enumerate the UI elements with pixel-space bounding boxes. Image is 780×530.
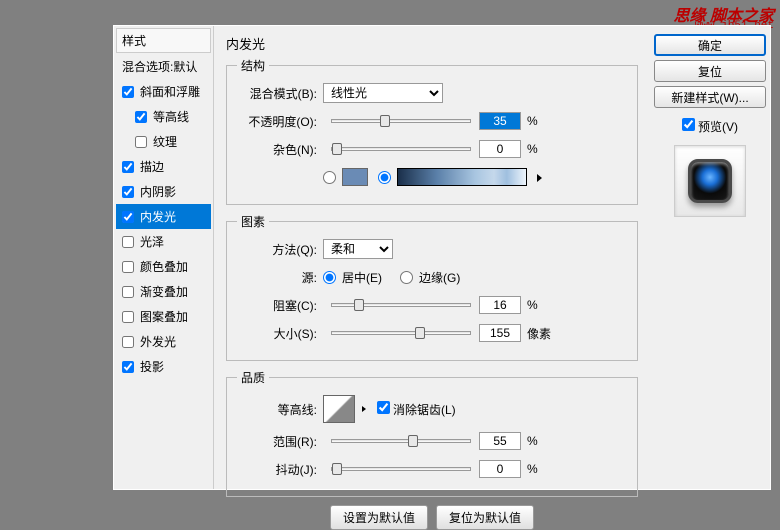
source-edge-radio[interactable]: 边缘(G) [400, 269, 460, 286]
style-item-2[interactable]: 等高线 [116, 104, 211, 129]
solid-color-swatch[interactable] [342, 168, 368, 186]
style-item-label: 等高线 [153, 108, 189, 125]
size-label: 大小(S): [237, 325, 317, 342]
opacity-input[interactable] [479, 112, 521, 130]
size-slider[interactable] [331, 331, 471, 335]
style-checkbox[interactable] [122, 286, 134, 298]
style-item-label: 描边 [140, 158, 164, 175]
style-checkbox[interactable] [122, 311, 134, 323]
range-slider[interactable] [331, 439, 471, 443]
styles-list-panel: 样式 混合选项:默认斜面和浮雕等高线纹理描边内阴影内发光光泽颜色叠加渐变叠加图案… [114, 26, 214, 489]
gradient-radio[interactable] [378, 168, 527, 186]
choke-input[interactable] [479, 296, 521, 314]
noise-input[interactable] [479, 140, 521, 158]
gradient-swatch[interactable] [397, 168, 527, 186]
range-input[interactable] [479, 432, 521, 450]
style-item-label: 渐变叠加 [140, 283, 188, 300]
opacity-unit: % [527, 114, 538, 128]
style-item-11[interactable]: 外发光 [116, 329, 211, 354]
structure-legend: 结构 [237, 57, 269, 74]
jitter-slider[interactable] [331, 467, 471, 471]
elements-group: 图素 方法(Q): 柔和 源: 居中(E) 边缘(G) 阻塞(C): % 大小(… [226, 213, 638, 361]
style-checkbox[interactable] [135, 136, 147, 148]
layer-style-dialog: 样式 混合选项:默认斜面和浮雕等高线纹理描边内阴影内发光光泽颜色叠加渐变叠加图案… [113, 25, 771, 490]
contour-label: 等高线: [237, 401, 317, 418]
style-item-6[interactable]: 内发光 [116, 204, 211, 229]
structure-group: 结构 混合模式(B): 线性光 不透明度(O): % 杂色(N): % [226, 57, 638, 205]
technique-label: 方法(Q): [237, 241, 317, 258]
style-checkbox[interactable] [122, 186, 134, 198]
style-checkbox[interactable] [122, 336, 134, 348]
style-item-1[interactable]: 斜面和浮雕 [116, 79, 211, 104]
opacity-slider[interactable] [331, 119, 471, 123]
effect-title: 内发光 [226, 34, 638, 53]
style-item-label: 混合选项:默认 [122, 58, 197, 75]
style-item-0[interactable]: 混合选项:默认 [116, 54, 211, 79]
blend-mode-label: 混合模式(B): [237, 85, 317, 102]
style-checkbox[interactable] [122, 361, 134, 373]
ok-button[interactable]: 确定 [654, 34, 766, 56]
style-item-4[interactable]: 描边 [116, 154, 211, 179]
style-item-label: 内发光 [140, 208, 176, 225]
style-checkbox[interactable] [122, 261, 134, 273]
contour-picker[interactable] [323, 395, 355, 423]
jitter-unit: % [527, 462, 538, 476]
style-item-label: 纹理 [153, 133, 177, 150]
style-checkbox[interactable] [122, 236, 134, 248]
preview-lens-icon [688, 159, 732, 203]
style-item-9[interactable]: 渐变叠加 [116, 279, 211, 304]
style-checkbox[interactable] [122, 86, 134, 98]
choke-unit: % [527, 298, 538, 312]
noise-label: 杂色(N): [237, 141, 317, 158]
range-label: 范围(R): [237, 433, 317, 450]
noise-slider[interactable] [331, 147, 471, 151]
choke-label: 阻塞(C): [237, 297, 317, 314]
cancel-button[interactable]: 复位 [654, 60, 766, 82]
noise-unit: % [527, 142, 538, 156]
size-input[interactable] [479, 324, 521, 342]
preview-checkbox[interactable]: 预览(V) [682, 118, 738, 135]
choke-slider[interactable] [331, 303, 471, 307]
style-item-5[interactable]: 内阴影 [116, 179, 211, 204]
right-button-panel: 确定 复位 新建样式(W)... 预览(V) [650, 26, 770, 489]
new-style-button[interactable]: 新建样式(W)... [654, 86, 766, 108]
quality-legend: 品质 [237, 369, 269, 386]
style-checkbox[interactable] [135, 111, 147, 123]
blend-mode-select[interactable]: 线性光 [323, 83, 443, 103]
style-item-label: 斜面和浮雕 [140, 83, 200, 100]
opacity-label: 不透明度(O): [237, 113, 317, 130]
technique-select[interactable]: 柔和 [323, 239, 393, 259]
style-item-label: 投影 [140, 358, 164, 375]
jitter-label: 抖动(J): [237, 461, 317, 478]
reset-default-button[interactable]: 复位为默认值 [436, 505, 534, 530]
style-item-12[interactable]: 投影 [116, 354, 211, 379]
style-item-label: 内阴影 [140, 183, 176, 200]
elements-legend: 图素 [237, 213, 269, 230]
style-item-7[interactable]: 光泽 [116, 229, 211, 254]
style-checkbox[interactable] [122, 161, 134, 173]
jitter-input[interactable] [479, 460, 521, 478]
style-item-8[interactable]: 颜色叠加 [116, 254, 211, 279]
style-item-label: 光泽 [140, 233, 164, 250]
solid-color-radio[interactable] [323, 168, 368, 186]
size-unit: 像素 [527, 325, 551, 342]
style-item-10[interactable]: 图案叠加 [116, 304, 211, 329]
styles-header: 样式 [116, 28, 211, 53]
quality-group: 品质 等高线: 消除锯齿(L) 范围(R): % 抖动(J): % [226, 369, 638, 497]
main-settings-panel: 内发光 结构 混合模式(B): 线性光 不透明度(O): % 杂色(N): % … [214, 26, 650, 489]
source-label: 源: [237, 269, 317, 286]
style-item-label: 图案叠加 [140, 308, 188, 325]
style-checkbox[interactable] [122, 211, 134, 223]
source-center-radio[interactable]: 居中(E) [323, 269, 382, 286]
antialias-checkbox[interactable]: 消除锯齿(L) [377, 401, 456, 418]
preview-thumbnail [674, 145, 746, 217]
make-default-button[interactable]: 设置为默认值 [330, 505, 428, 530]
style-item-3[interactable]: 纹理 [116, 129, 211, 154]
style-item-label: 外发光 [140, 333, 176, 350]
style-item-label: 颜色叠加 [140, 258, 188, 275]
range-unit: % [527, 434, 538, 448]
